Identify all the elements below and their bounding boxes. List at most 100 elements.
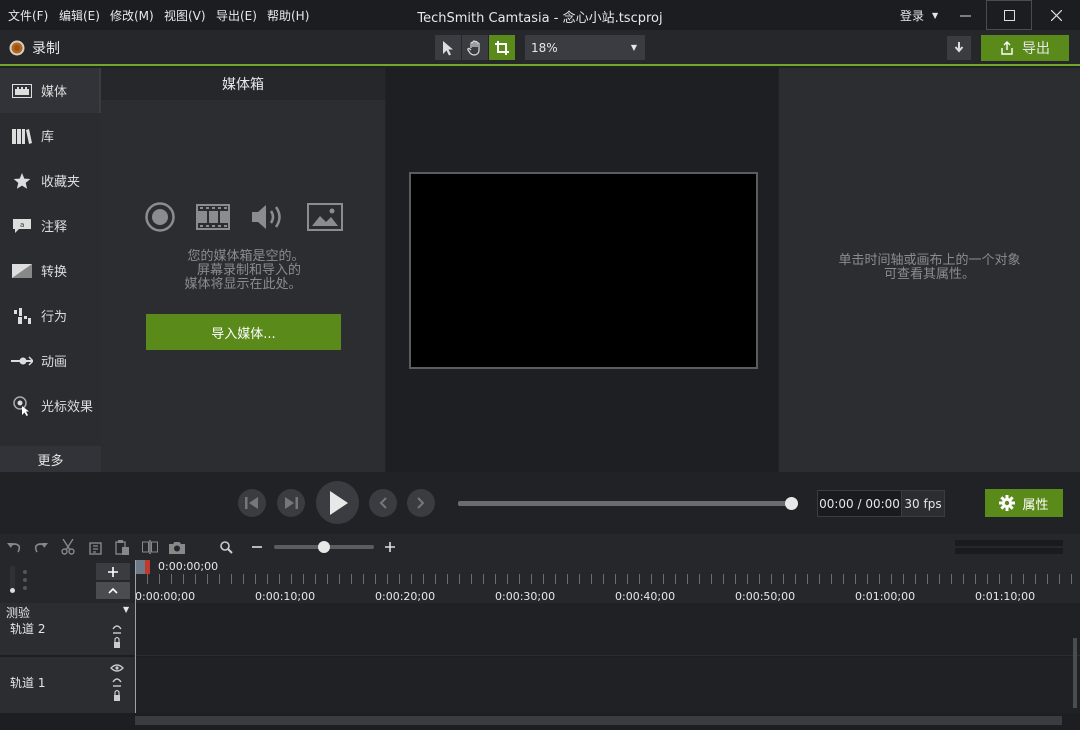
properties-panel: 单击时间轴或画布上的一个对象 可查看其属性。: [779, 68, 1080, 472]
zoom-out-button[interactable]: [250, 538, 264, 556]
login-button[interactable]: 登录 ▼: [900, 7, 938, 24]
download-button[interactable]: [947, 36, 971, 60]
paste-button[interactable]: [112, 538, 132, 555]
gear-icon: [999, 495, 1016, 511]
quiz-lane[interactable]: [135, 603, 1080, 620]
timeline-zoom-slider[interactable]: [274, 541, 374, 553]
minus-icon: [252, 546, 262, 548]
annotation-icon: a: [11, 215, 33, 237]
collapse-tracks-button[interactable]: [96, 582, 130, 599]
sidebar-item-cursor-effects[interactable]: 光标效果: [0, 383, 101, 428]
ruler-label: 0:00:10;00: [255, 590, 316, 603]
library-icon: [11, 125, 33, 147]
crop-icon: [495, 40, 509, 55]
sidebar-item-label: 媒体: [41, 85, 68, 100]
undo-button[interactable]: [5, 539, 23, 555]
track-header-controls: [0, 560, 135, 603]
sidebar-item-label: 注释: [41, 220, 68, 235]
video-canvas[interactable]: [409, 172, 758, 369]
record-label: 录制: [32, 41, 60, 57]
zoom-to-fit-button[interactable]: [219, 539, 233, 555]
import-media-button[interactable]: 导入媒体...: [146, 314, 341, 350]
ruler-label: 0:00:20;00: [375, 590, 436, 603]
split-icon: [142, 540, 158, 554]
snapshot-button[interactable]: [167, 539, 187, 555]
media-bin-panel: 媒体箱 您的媒体箱是空的。 屏幕录制和导入的 媒体将显示在此处。 导入媒体...: [101, 68, 385, 472]
export-label: 导出: [1022, 41, 1050, 57]
select-tool-button[interactable]: [435, 35, 461, 60]
sidebar-item-transitions[interactable]: 转换: [0, 248, 101, 293]
redo-button[interactable]: [32, 539, 50, 555]
split-button[interactable]: [140, 539, 160, 555]
cut-button[interactable]: [58, 539, 78, 555]
zoom-value: 18%: [531, 40, 558, 55]
sidebar-item-annotations[interactable]: a 注释: [0, 203, 101, 248]
caret-down-icon: ▼: [123, 605, 130, 614]
track-lane[interactable]: [135, 620, 1080, 656]
scrubber-handle[interactable]: [785, 497, 798, 510]
time-ruler[interactable]: 0:00:00;00 0:00:00;00 0:00:10;00 0:00:20…: [135, 560, 1080, 603]
maximize-icon: [1003, 9, 1015, 21]
zoom-select[interactable]: 18% ▼: [525, 35, 645, 60]
time-display: 00:00 / 00:00 30 fps: [817, 490, 945, 517]
playhead-line: [135, 560, 136, 713]
pan-tool-button[interactable]: [462, 35, 488, 60]
sidebar-item-label: 库: [41, 130, 55, 145]
track-lock-icon[interactable]: [111, 676, 123, 704]
properties-hint: 单击时间轴或画布上的一个对象 可查看其属性。: [779, 254, 1080, 282]
sidebar-item-animations[interactable]: 动画: [0, 338, 101, 383]
maximize-button[interactable]: [986, 0, 1032, 30]
download-arrow-icon: [954, 42, 964, 53]
ruler-label: 0:00:30;00: [495, 590, 556, 603]
fps-readout: 30 fps: [901, 491, 944, 516]
scissors-icon: [61, 539, 75, 555]
copy-button[interactable]: [86, 539, 106, 555]
chevron-up-icon: [108, 587, 118, 594]
sidebar-item-behaviors[interactable]: 行为: [0, 293, 101, 338]
properties-hint-line1: 单击时间轴或画布上的一个对象: [838, 253, 1021, 268]
sidebar-item-favorites[interactable]: 收藏夹: [0, 158, 101, 203]
playback-scrubber[interactable]: [458, 497, 798, 510]
caret-down-icon: ▼: [932, 11, 939, 20]
sidebar-item-library[interactable]: 库: [0, 113, 101, 158]
properties-button[interactable]: 属性: [985, 489, 1063, 517]
eye-icon[interactable]: [110, 664, 124, 672]
image-icon: [306, 203, 343, 231]
track-header[interactable]: 轨道 1: [0, 657, 135, 713]
empty-message-line2: 屏幕录制和导入的: [196, 263, 301, 278]
more-button[interactable]: 更多: [0, 446, 101, 472]
previous-clip-button[interactable]: [369, 489, 397, 517]
redo-icon: [34, 543, 48, 553]
step-forward-button[interactable]: [277, 489, 305, 517]
track-header[interactable]: 轨道 2: [0, 620, 135, 656]
quiz-group-label: 测验: [6, 606, 31, 620]
track-lock-icon[interactable]: [111, 623, 123, 651]
zoom-slider-handle[interactable]: [318, 541, 330, 553]
minimize-icon: [959, 15, 971, 16]
track-lane[interactable]: [135, 657, 1080, 713]
undo-icon: [7, 543, 21, 553]
ruler-label: 0:00:40;00: [615, 590, 676, 603]
audio-meter-right: [955, 548, 1063, 554]
video-icon: [195, 204, 230, 230]
close-button[interactable]: [1033, 0, 1079, 30]
volume-handle[interactable]: [10, 588, 15, 593]
horizontal-scrollbar[interactable]: [135, 716, 1062, 725]
sidebar-item-media[interactable]: 媒体: [0, 68, 101, 113]
record-button[interactable]: 录制: [9, 38, 60, 58]
ruler-label: 0:01:00;00: [855, 590, 916, 603]
quiz-group-header[interactable]: 测验 ▼: [0, 603, 135, 620]
play-button[interactable]: [316, 481, 359, 524]
canvas-area: [386, 68, 778, 472]
export-button[interactable]: 导出: [981, 35, 1069, 61]
next-clip-button[interactable]: [407, 489, 435, 517]
crop-tool-button[interactable]: [489, 35, 515, 60]
step-back-button[interactable]: [238, 489, 266, 517]
title-bar: 文件(F) 编辑(E) 修改(M) 视图(V) 导出(E) 帮助(H) Tech…: [0, 0, 1080, 30]
vertical-scrollbar[interactable]: [1073, 638, 1077, 708]
paste-icon: [115, 539, 129, 555]
zoom-in-button[interactable]: [383, 538, 397, 556]
minimize-button[interactable]: [942, 0, 988, 30]
ruler-label: 0:00:00;00: [135, 590, 196, 603]
add-track-button[interactable]: [96, 563, 130, 580]
